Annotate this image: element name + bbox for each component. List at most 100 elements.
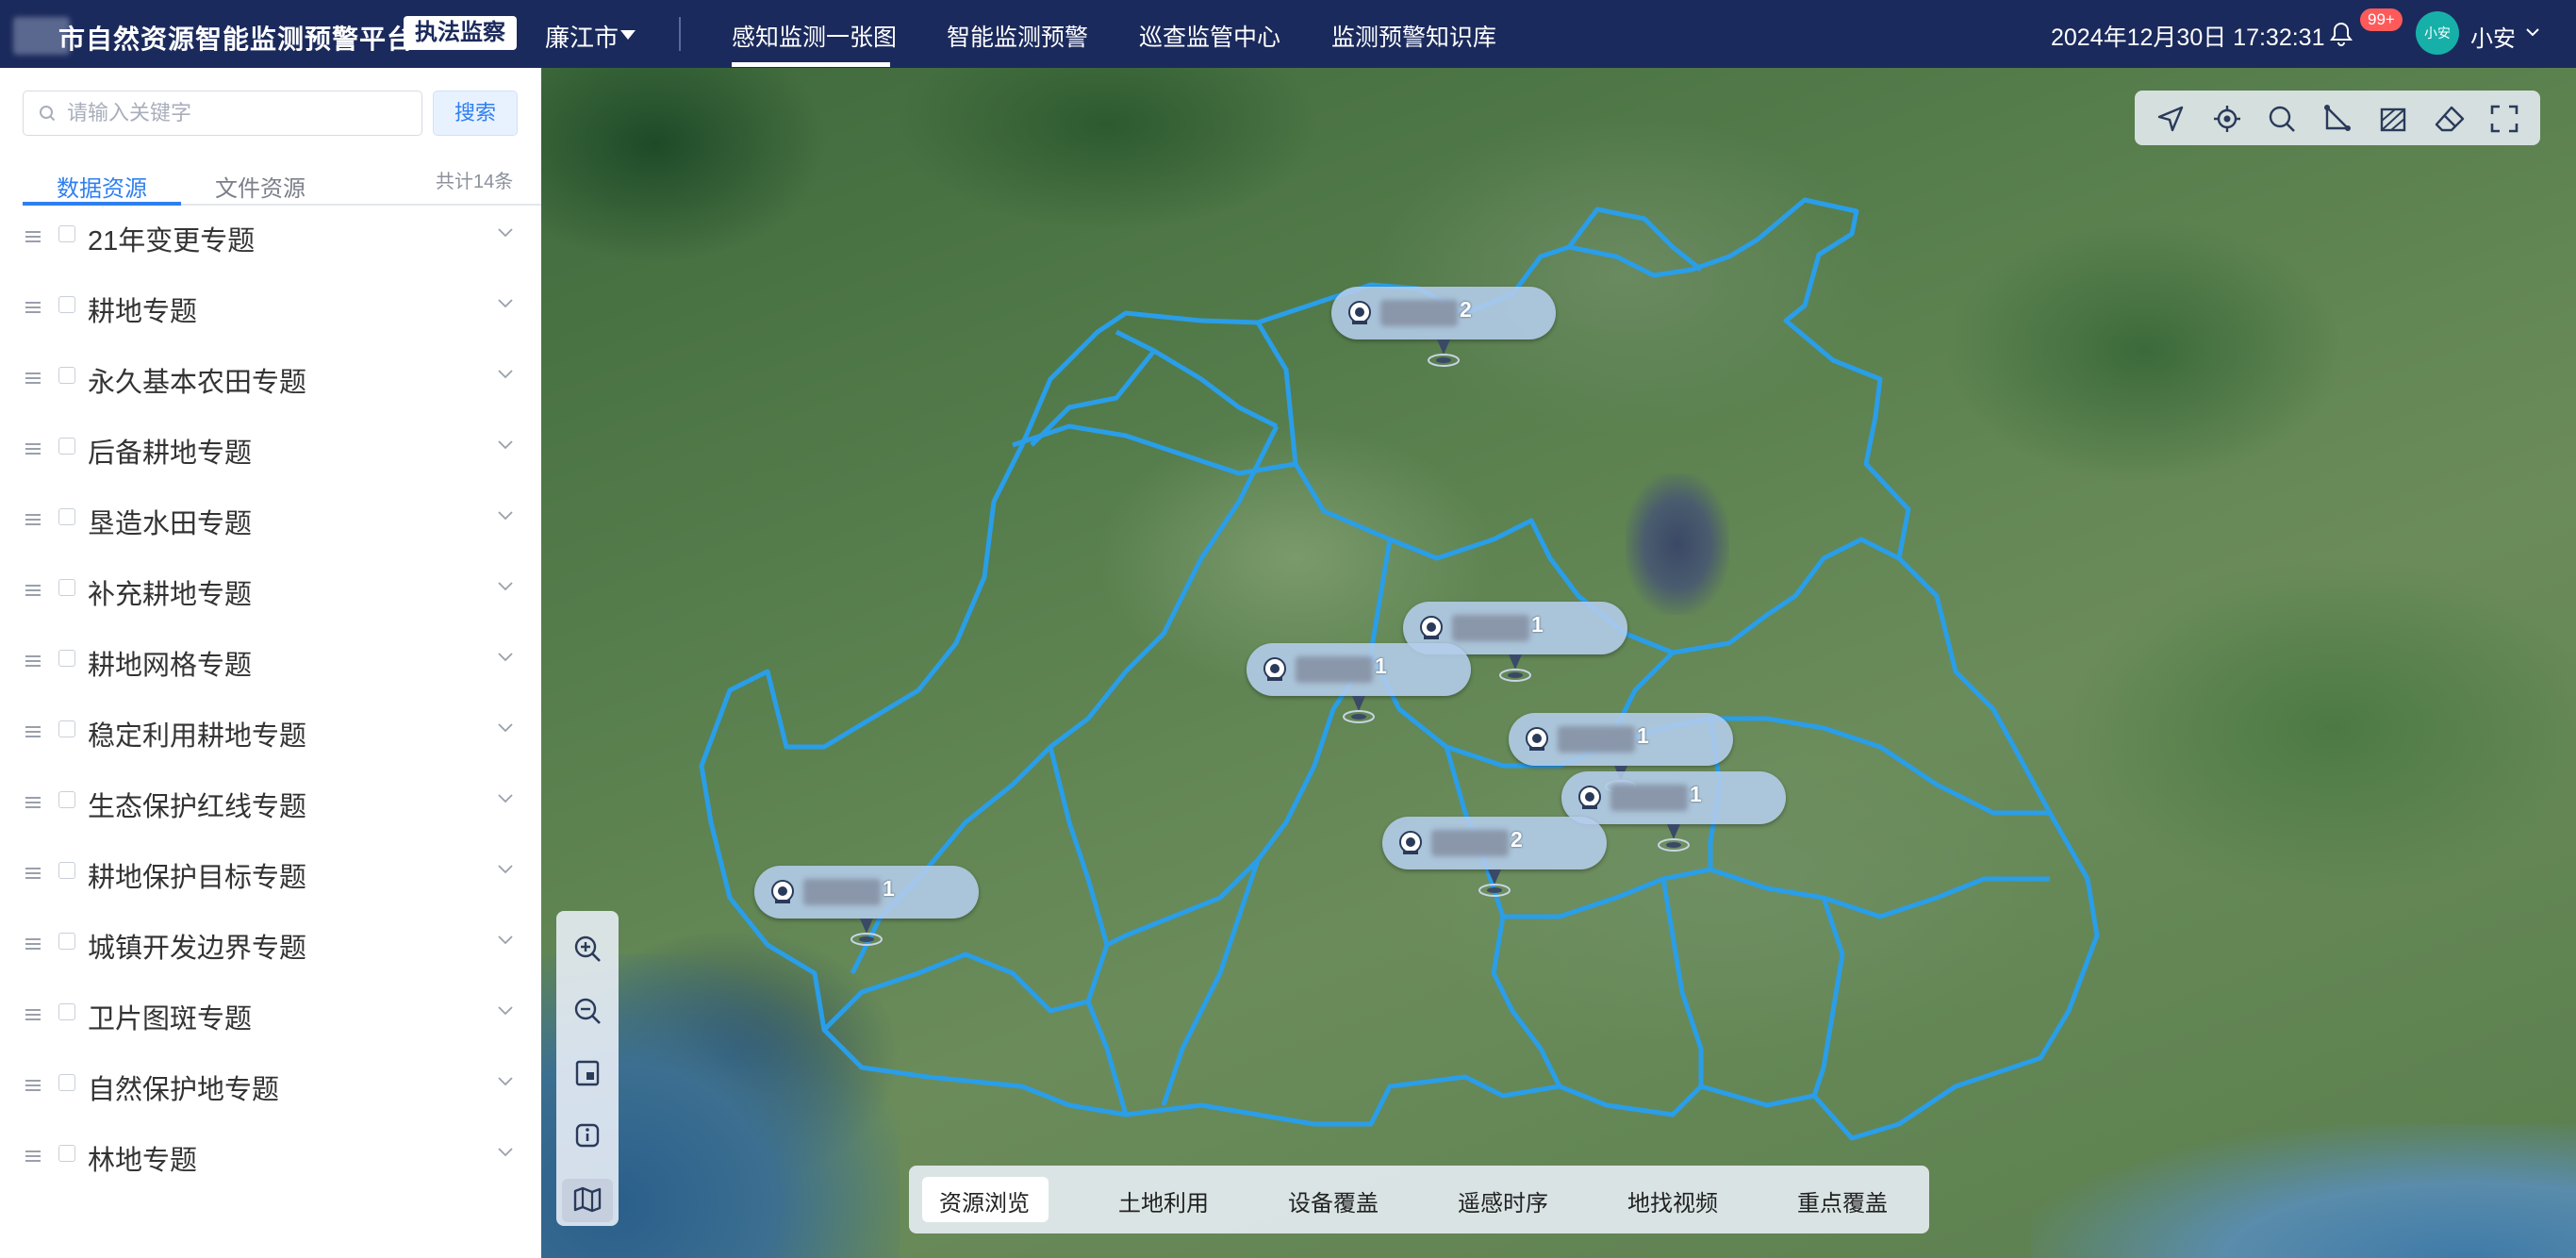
header-divider xyxy=(679,17,681,51)
marker-count: 1 xyxy=(1690,782,1702,806)
search-input[interactable] xyxy=(67,97,416,129)
layer-item[interactable]: 城镇开发边界专题 xyxy=(0,915,541,985)
monitor-marker[interactable]: 2 xyxy=(1382,817,1607,897)
layer-checkbox[interactable] xyxy=(58,296,75,313)
tab-data-resources[interactable]: 数据资源 xyxy=(57,170,147,203)
username[interactable]: 小安 xyxy=(2470,20,2516,53)
locate-icon[interactable] xyxy=(2212,104,2242,134)
chevron-down-icon[interactable] xyxy=(496,368,515,381)
fullscreen-icon[interactable] xyxy=(2489,104,2519,134)
layer-checkbox[interactable] xyxy=(58,225,75,242)
drag-handle-icon[interactable] xyxy=(25,442,41,455)
search-button[interactable]: 搜索 xyxy=(433,91,518,136)
drag-handle-icon[interactable] xyxy=(25,796,41,809)
layer-checkbox[interactable] xyxy=(58,720,75,737)
layer-checkbox[interactable] xyxy=(58,579,75,596)
drag-handle-icon[interactable] xyxy=(25,301,41,314)
layer-item[interactable]: 自然保护地专题 xyxy=(0,1056,541,1127)
layer-checkbox[interactable] xyxy=(58,791,75,808)
chevron-down-icon[interactable] xyxy=(496,792,515,805)
nav-tab-perception-map[interactable]: 感知监测一张图 xyxy=(732,19,897,53)
info-icon[interactable] xyxy=(572,1120,603,1150)
chevron-down-icon[interactable] xyxy=(496,1075,515,1088)
map-view[interactable]: 2 1 1 1 1 2 1 资源浏览 土地利用 设备覆盖 遥感时序 地找视频 重… xyxy=(541,68,2576,1258)
measure-area-icon[interactable] xyxy=(2378,104,2408,134)
layer-checkbox[interactable] xyxy=(58,933,75,950)
tab-land-use[interactable]: 土地利用 xyxy=(1118,1184,1209,1217)
layer-item[interactable]: 垦造水田专题 xyxy=(0,490,541,561)
drag-handle-icon[interactable] xyxy=(25,937,41,951)
monitor-marker[interactable]: 1 xyxy=(1247,643,1471,723)
layer-checkbox[interactable] xyxy=(58,367,75,384)
layer-checkbox[interactable] xyxy=(58,1145,75,1162)
nav-tab-intelligent-warning[interactable]: 智能监测预警 xyxy=(947,19,1088,53)
layer-label: 补充耕地专题 xyxy=(88,580,253,610)
basemap-icon[interactable] xyxy=(572,1058,603,1088)
eraser-icon[interactable] xyxy=(2435,104,2465,134)
chevron-down-icon[interactable] xyxy=(496,297,515,310)
chevron-down-icon[interactable] xyxy=(496,439,515,452)
layer-checkbox[interactable] xyxy=(58,650,75,667)
avatar[interactable]: 小安 xyxy=(2416,11,2459,55)
monitor-marker[interactable]: 1 xyxy=(754,866,979,946)
chevron-down-icon[interactable] xyxy=(496,651,515,664)
tab-key-coverage[interactable]: 重点覆盖 xyxy=(1797,1184,1888,1217)
layer-item[interactable]: 21年变更专题 xyxy=(0,207,541,278)
location-mask xyxy=(803,879,881,905)
chevron-down-icon[interactable] xyxy=(496,863,515,876)
nav-tab-patrol-center[interactable]: 巡查监管中心 xyxy=(1139,19,1280,53)
layer-checkbox[interactable] xyxy=(58,1074,75,1091)
chevron-down-icon[interactable] xyxy=(496,721,515,735)
pin-icon xyxy=(1343,696,1375,723)
monitor-marker[interactable]: 2 xyxy=(1331,287,1556,367)
layer-item[interactable]: 耕地网格专题 xyxy=(0,632,541,703)
layer-checkbox[interactable] xyxy=(58,438,75,455)
layer-checkbox[interactable] xyxy=(58,862,75,879)
tab-video[interactable]: 地找视频 xyxy=(1627,1184,1718,1217)
chevron-down-icon[interactable] xyxy=(496,580,515,593)
measure-distance-icon[interactable] xyxy=(2321,104,2352,134)
tab-file-resources[interactable]: 文件资源 xyxy=(215,170,305,203)
nav-tab-knowledge-base[interactable]: 监测预警知识库 xyxy=(1331,19,1496,53)
layer-item[interactable]: 后备耕地专题 xyxy=(0,420,541,490)
tab-device-coverage[interactable]: 设备覆盖 xyxy=(1288,1184,1379,1217)
city-selector[interactable]: 廉江市 xyxy=(545,19,619,54)
layer-checkbox[interactable] xyxy=(58,508,75,525)
chevron-down-icon[interactable] xyxy=(496,509,515,522)
bell-icon[interactable] xyxy=(2329,21,2353,47)
layer-item[interactable]: 耕地专题 xyxy=(0,278,541,349)
tab-remote-sensing[interactable]: 遥感时序 xyxy=(1458,1184,1548,1217)
layer-item[interactable]: 补充耕地专题 xyxy=(0,561,541,632)
chevron-down-icon[interactable] xyxy=(2523,23,2542,41)
chevron-down-icon[interactable] xyxy=(496,226,515,240)
chevron-down-icon[interactable] xyxy=(496,1146,515,1159)
navigate-icon[interactable] xyxy=(2155,104,2186,134)
drag-handle-icon[interactable] xyxy=(25,513,41,526)
drag-handle-icon[interactable] xyxy=(25,867,41,880)
drag-handle-icon[interactable] xyxy=(25,1079,41,1092)
drag-handle-icon[interactable] xyxy=(25,654,41,668)
chevron-down-icon[interactable] xyxy=(496,1004,515,1018)
zoom-in-icon[interactable] xyxy=(572,934,603,964)
layer-item[interactable]: 耕地保护目标专题 xyxy=(0,844,541,915)
caret-down-icon[interactable] xyxy=(620,30,636,40)
search-icon[interactable] xyxy=(2267,104,2297,134)
drag-handle-icon[interactable] xyxy=(25,584,41,597)
tab-resource-browse[interactable]: 资源浏览 xyxy=(939,1184,1030,1217)
layer-item[interactable]: 生态保护红线专题 xyxy=(0,773,541,844)
map-icon[interactable] xyxy=(572,1184,603,1215)
layer-item[interactable]: 卫片图斑专题 xyxy=(0,985,541,1056)
zoom-out-icon[interactable] xyxy=(572,996,603,1026)
drag-handle-icon[interactable] xyxy=(25,1150,41,1163)
chevron-down-icon[interactable] xyxy=(496,934,515,947)
layer-item[interactable]: 永久基本农田专题 xyxy=(0,349,541,420)
layer-checkbox[interactable] xyxy=(58,1003,75,1020)
drag-handle-icon[interactable] xyxy=(25,725,41,738)
drag-handle-icon[interactable] xyxy=(25,230,41,243)
monitor-marker[interactable]: 1 xyxy=(1509,713,1733,793)
layer-item[interactable]: 林地专题 xyxy=(0,1127,541,1198)
role-badge[interactable]: 执法监察 xyxy=(404,16,517,50)
layer-item[interactable]: 稳定利用耕地专题 xyxy=(0,703,541,773)
drag-handle-icon[interactable] xyxy=(25,372,41,385)
drag-handle-icon[interactable] xyxy=(25,1008,41,1021)
